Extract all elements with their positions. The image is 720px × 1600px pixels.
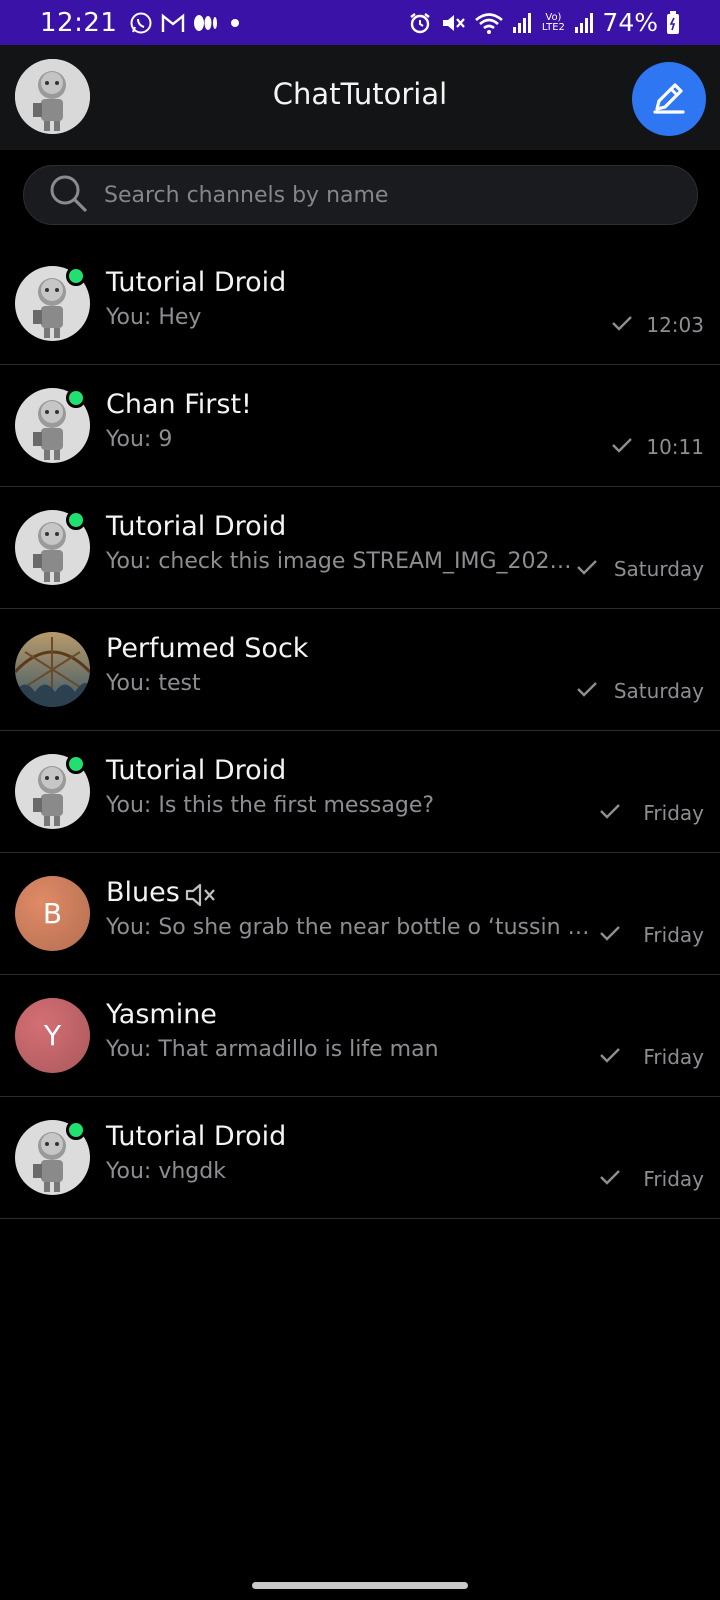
channel-list-item[interactable]: Chan First! You: 9 10:11 bbox=[0, 365, 720, 487]
search-input[interactable] bbox=[104, 182, 664, 208]
channel-name: Tutorial Droid bbox=[106, 755, 287, 786]
channel-last-message: You: 9 bbox=[106, 427, 173, 452]
read-check-icon bbox=[576, 679, 598, 699]
mute-icon bbox=[440, 11, 466, 35]
compose-button[interactable] bbox=[632, 62, 706, 136]
signal-icon bbox=[512, 12, 532, 34]
channel-timestamp: 10:11 bbox=[646, 435, 704, 459]
read-check-icon bbox=[599, 801, 621, 821]
channel-list-item[interactable]: Tutorial Droid You: check this image STRE… bbox=[0, 487, 720, 609]
search-section bbox=[0, 150, 720, 240]
channel-name: Tutorial Droid bbox=[106, 1121, 287, 1152]
search-icon bbox=[48, 173, 88, 217]
channel-list-item[interactable]: Tutorial Droid You: vhgdk Friday bbox=[0, 1097, 720, 1219]
channel-list-item[interactable]: Perfumed Sock You: test Saturday bbox=[0, 609, 720, 731]
channel-name: Perfumed Sock bbox=[106, 633, 309, 664]
alarm-icon bbox=[408, 11, 432, 35]
notification-icons bbox=[129, 11, 243, 35]
channel-list-item[interactable]: Tutorial Droid You: Hey 12:03 bbox=[0, 243, 720, 365]
home-indicator[interactable] bbox=[252, 1582, 468, 1589]
status-time: 12:21 bbox=[40, 7, 118, 38]
channel-timestamp: Friday bbox=[643, 923, 704, 947]
online-indicator bbox=[66, 1120, 86, 1140]
channel-last-message: You: check this image STREAM_IMG_20220..… bbox=[106, 549, 572, 574]
channel-avatar: B bbox=[15, 876, 90, 951]
system-icons: Vo) LTE2 74% bbox=[408, 8, 680, 37]
channel-last-message: You: vhgdk bbox=[106, 1159, 226, 1184]
channel-timestamp: Friday bbox=[643, 1167, 704, 1191]
channel-avatar: Y bbox=[15, 998, 90, 1073]
status-bar: 12:21 Vo) LTE2 74% bbox=[0, 0, 720, 45]
channel-name: Tutorial Droid bbox=[106, 267, 287, 298]
app-title: ChatTutorial bbox=[272, 77, 448, 111]
channel-list-item[interactable]: B Blues You: So she grab the near bottle o… bbox=[0, 853, 720, 975]
channel-last-message: You: Is this the first message? bbox=[106, 793, 435, 818]
read-check-icon bbox=[611, 435, 633, 455]
signal-icon bbox=[574, 12, 594, 34]
online-indicator bbox=[66, 510, 86, 530]
channel-avatar bbox=[15, 632, 90, 707]
pencil-icon bbox=[649, 77, 689, 121]
channel-last-message: You: test bbox=[106, 671, 201, 696]
channel-name: Yasmine bbox=[106, 999, 217, 1030]
read-check-icon bbox=[599, 1045, 621, 1065]
channel-timestamp: Friday bbox=[643, 1045, 704, 1069]
channel-last-message: You: Hey bbox=[106, 305, 202, 330]
battery-icon bbox=[666, 10, 680, 35]
gmail-icon bbox=[161, 12, 185, 34]
channel-name: Tutorial Droid bbox=[106, 511, 287, 542]
read-check-icon bbox=[599, 1167, 621, 1187]
channel-list-item[interactable]: Tutorial Droid You: Is this the first mes… bbox=[0, 731, 720, 853]
channel-timestamp: Saturday bbox=[613, 679, 704, 703]
channel-timestamp: Saturday bbox=[613, 557, 704, 581]
channel-last-message: You: That armadillo is life man bbox=[106, 1037, 439, 1062]
muted-icon bbox=[184, 881, 218, 913]
search-bar[interactable] bbox=[23, 165, 698, 225]
read-check-icon bbox=[611, 313, 633, 333]
read-check-icon bbox=[599, 923, 621, 943]
channel-list: Tutorial Droid You: Hey 12:03 Chan First! Yo… bbox=[0, 243, 720, 1219]
channel-name: Blues bbox=[106, 877, 180, 908]
dot-icon bbox=[227, 15, 243, 31]
app-bar: ChatTutorial bbox=[0, 45, 720, 150]
online-indicator bbox=[66, 388, 86, 408]
online-indicator bbox=[66, 754, 86, 774]
battery-percent: 74% bbox=[602, 8, 658, 37]
channel-list-item[interactable]: Y Yasmine You: That armadillo is life man F… bbox=[0, 975, 720, 1097]
meet-icon bbox=[193, 13, 219, 33]
avatar-initial: B bbox=[42, 897, 63, 930]
wifi-icon bbox=[474, 11, 504, 35]
online-indicator bbox=[66, 266, 86, 286]
read-check-icon bbox=[576, 557, 598, 577]
channel-name: Chan First! bbox=[106, 389, 252, 420]
channel-timestamp: 12:03 bbox=[646, 313, 704, 337]
avatar-initial: Y bbox=[43, 1019, 62, 1052]
channel-last-message: You: So she grab the near bottle o ‘tuss… bbox=[106, 915, 595, 940]
whatsapp-icon bbox=[129, 11, 153, 35]
network-type-label: Vo) LTE2 bbox=[541, 11, 565, 33]
channel-timestamp: Friday bbox=[643, 801, 704, 825]
